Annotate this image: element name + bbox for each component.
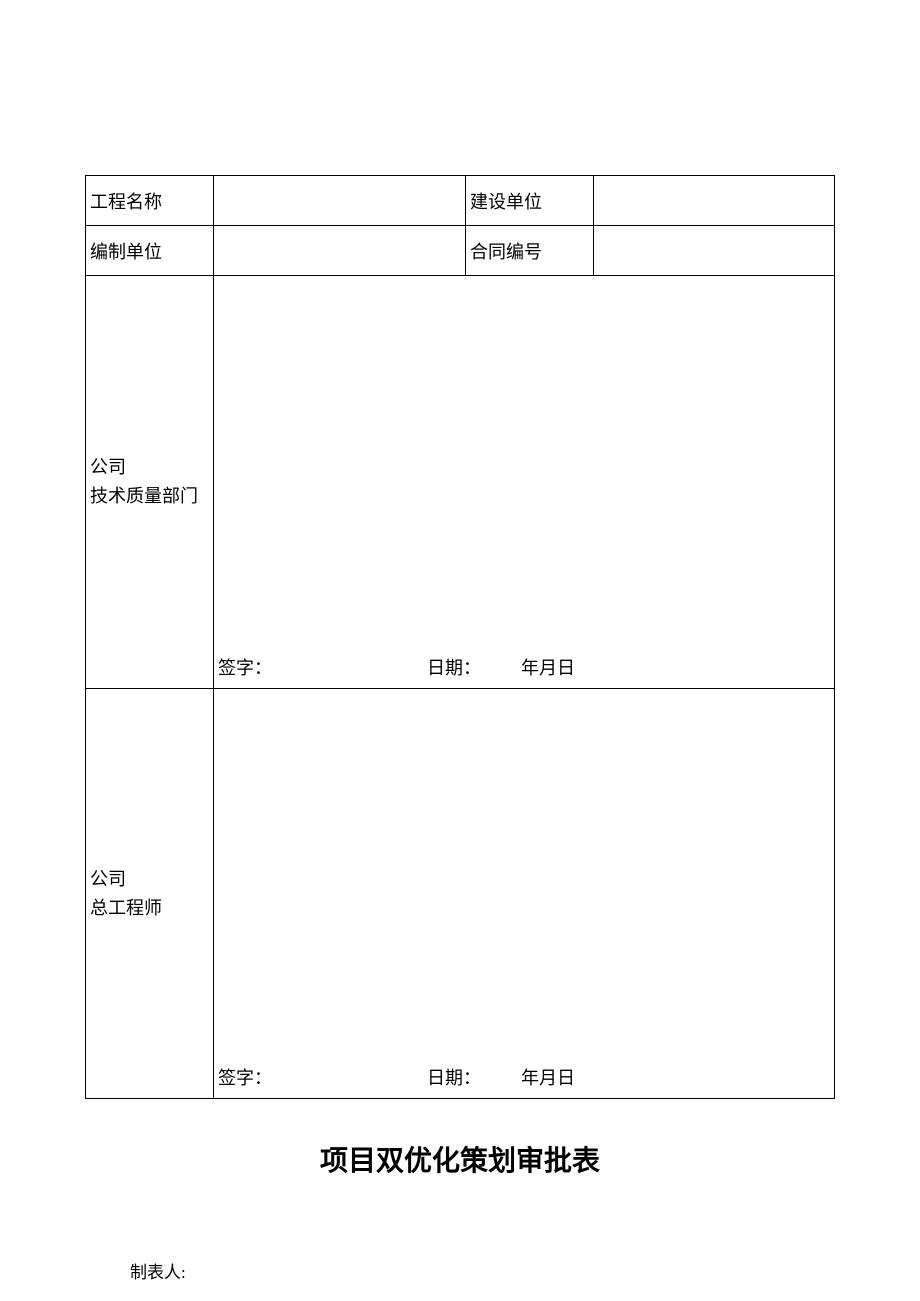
date-ymd: 年月日 <box>521 1064 575 1090</box>
project-name-label: 工程名称 <box>86 176 214 226</box>
prep-unit-value <box>214 226 466 276</box>
date-ymd: 年月日 <box>521 654 575 680</box>
construction-unit-label: 建设单位 <box>466 176 594 226</box>
approval-table: 工程名称 建设单位 编制单位 合同编号 公司 技术质量部门 签字： 日期： 年月… <box>85 175 835 1099</box>
tech-quality-line2: 技术质量部门 <box>90 486 198 506</box>
page-title: 项目双优化策划审批表 <box>85 1139 835 1179</box>
table-row: 编制单位 合同编号 <box>86 226 835 276</box>
tech-quality-dept-label: 公司 技术质量部门 <box>86 276 214 689</box>
preparer-label: 制表人: <box>130 1258 186 1283</box>
document-page: 工程名称 建设单位 编制单位 合同编号 公司 技术质量部门 签字： 日期： 年月… <box>0 0 920 1179</box>
construction-unit-value <box>594 176 835 226</box>
signature-line: 签字： 日期： 年月日 <box>218 1064 830 1090</box>
chief-engineer-line2: 总工程师 <box>90 898 162 918</box>
table-row: 公司 技术质量部门 签字： 日期： 年月日 <box>86 276 835 689</box>
tech-quality-line1: 公司 <box>90 457 126 477</box>
chief-engineer-signature-cell: 签字： 日期： 年月日 <box>214 689 835 1099</box>
chief-engineer-line1: 公司 <box>90 869 126 889</box>
table-row: 公司 总工程师 签字： 日期： 年月日 <box>86 689 835 1099</box>
date-label: 日期： <box>427 1064 481 1090</box>
chief-engineer-label: 公司 总工程师 <box>86 689 214 1099</box>
tech-quality-signature-cell: 签字： 日期： 年月日 <box>214 276 835 689</box>
contract-no-label: 合同编号 <box>466 226 594 276</box>
prep-unit-label: 编制单位 <box>86 226 214 276</box>
table-row: 工程名称 建设单位 <box>86 176 835 226</box>
contract-no-value <box>594 226 835 276</box>
signature-label: 签字： <box>218 1064 272 1090</box>
signature-line: 签字： 日期： 年月日 <box>218 654 830 680</box>
project-name-value <box>214 176 466 226</box>
date-label: 日期： <box>427 654 481 680</box>
signature-label: 签字： <box>218 654 272 680</box>
